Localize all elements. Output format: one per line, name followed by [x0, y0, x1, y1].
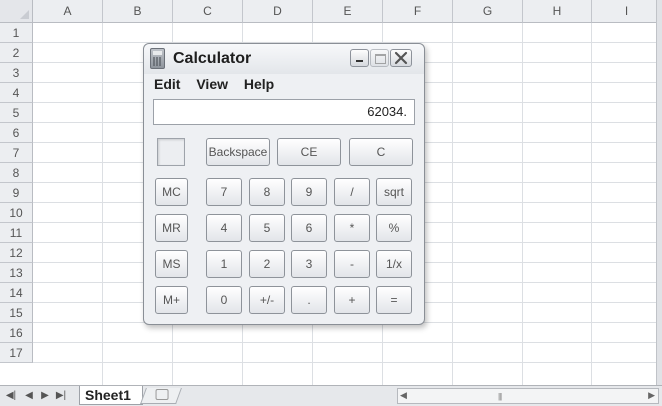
column-header[interactable]: H: [523, 0, 592, 23]
column-header[interactable]: C: [173, 0, 243, 23]
gridline-vertical: [452, 23, 453, 385]
first-sheet-icon[interactable]: ◀|: [4, 389, 18, 403]
new-sheet-icon: [155, 389, 169, 400]
row-header[interactable]: 11: [0, 223, 33, 243]
calc-key[interactable]: *: [334, 214, 370, 242]
column-header[interactable]: B: [103, 0, 173, 23]
memory-key-mc[interactable]: MC: [155, 178, 188, 206]
minimize-button[interactable]: [350, 49, 369, 67]
column-header[interactable]: D: [243, 0, 313, 23]
calc-key[interactable]: =: [376, 286, 412, 314]
last-sheet-icon[interactable]: ▶|: [54, 389, 68, 403]
maximize-button[interactable]: [370, 49, 389, 67]
calc-key[interactable]: 8: [249, 178, 285, 206]
close-icon: [394, 51, 408, 65]
memory-key-ms[interactable]: MS: [155, 250, 188, 278]
window-title: Calculator: [173, 50, 252, 67]
menu-edit[interactable]: Edit: [154, 76, 180, 92]
gridline-vertical: [591, 23, 592, 385]
gridline-horizontal: [33, 342, 662, 343]
horizontal-scrollbar[interactable]: ◀ ||| ▶: [397, 388, 659, 404]
calc-key[interactable]: 9: [291, 178, 327, 206]
gridline-horizontal: [33, 362, 662, 363]
row-header[interactable]: 7: [0, 143, 33, 163]
calc-key[interactable]: 1: [206, 250, 242, 278]
row-header[interactable]: 14: [0, 283, 33, 303]
title-bar[interactable]: Calculator: [144, 44, 424, 74]
backspace-button[interactable]: Backspace: [206, 138, 270, 166]
calculator-icon: [150, 48, 165, 69]
row-header[interactable]: 2: [0, 43, 33, 63]
row-header[interactable]: 15: [0, 303, 33, 323]
calc-key[interactable]: /: [334, 178, 370, 206]
calc-key[interactable]: %: [376, 214, 412, 242]
calc-key[interactable]: 3: [291, 250, 327, 278]
row-header[interactable]: 12: [0, 243, 33, 263]
column-header[interactable]: E: [313, 0, 383, 23]
scroll-left-icon[interactable]: ◀: [400, 390, 407, 401]
row-header[interactable]: 5: [0, 103, 33, 123]
calc-key[interactable]: 1/x: [376, 250, 412, 278]
memory-key-mr[interactable]: MR: [155, 214, 188, 242]
memory-indicator: [157, 138, 185, 166]
memory-key-mplus[interactable]: M+: [155, 286, 188, 314]
column-header[interactable]: A: [33, 0, 103, 23]
ce-button[interactable]: CE: [277, 138, 341, 166]
column-header[interactable]: F: [383, 0, 453, 23]
row-header[interactable]: 3: [0, 63, 33, 83]
calc-key[interactable]: 5: [249, 214, 285, 242]
c-button[interactable]: C: [349, 138, 413, 166]
sheet-tab-bar: ◀| ◀ ▶ ▶| Sheet1 ◀ ||| ▶: [0, 385, 662, 406]
calc-key[interactable]: +/-: [249, 286, 285, 314]
calc-key[interactable]: 4: [206, 214, 242, 242]
gridline-vertical: [522, 23, 523, 385]
menu-help[interactable]: Help: [244, 76, 274, 92]
column-header[interactable]: G: [453, 0, 523, 23]
prev-sheet-icon[interactable]: ◀: [22, 389, 36, 403]
calc-key[interactable]: 6: [291, 214, 327, 242]
gridline-vertical: [102, 23, 103, 385]
row-header[interactable]: 17: [0, 343, 33, 363]
row-header[interactable]: 9: [0, 183, 33, 203]
vertical-scrollbar[interactable]: [656, 0, 662, 385]
calc-key[interactable]: 2: [249, 250, 285, 278]
select-all-corner[interactable]: [0, 0, 33, 23]
sheet-tab-sheet1[interactable]: Sheet1: [79, 386, 143, 405]
row-header[interactable]: 16: [0, 323, 33, 343]
calculator-display: 62034.: [153, 99, 415, 125]
column-header[interactable]: I: [592, 0, 662, 23]
insert-sheet-button[interactable]: [140, 388, 182, 404]
menu-view[interactable]: View: [196, 76, 228, 92]
scroll-right-icon[interactable]: ▶: [648, 390, 655, 401]
calc-key[interactable]: 0: [206, 286, 242, 314]
row-header[interactable]: 1: [0, 23, 33, 43]
close-button[interactable]: [390, 49, 412, 67]
row-header[interactable]: 8: [0, 163, 33, 183]
row-header[interactable]: 10: [0, 203, 33, 223]
row-header[interactable]: 4: [0, 83, 33, 103]
next-sheet-icon[interactable]: ▶: [38, 389, 52, 403]
calculator-window[interactable]: Calculator Edit View Help 62034. Backspa…: [143, 43, 425, 325]
calc-key[interactable]: +: [334, 286, 370, 314]
scroll-thumb-grip[interactable]: |||: [498, 392, 502, 401]
menu-bar: Edit View Help: [154, 76, 286, 96]
row-header[interactable]: 6: [0, 123, 33, 143]
calc-key[interactable]: 7: [206, 178, 242, 206]
row-header[interactable]: 13: [0, 263, 33, 283]
calc-key[interactable]: sqrt: [376, 178, 412, 206]
calc-key[interactable]: .: [291, 286, 327, 314]
calc-key[interactable]: -: [334, 250, 370, 278]
